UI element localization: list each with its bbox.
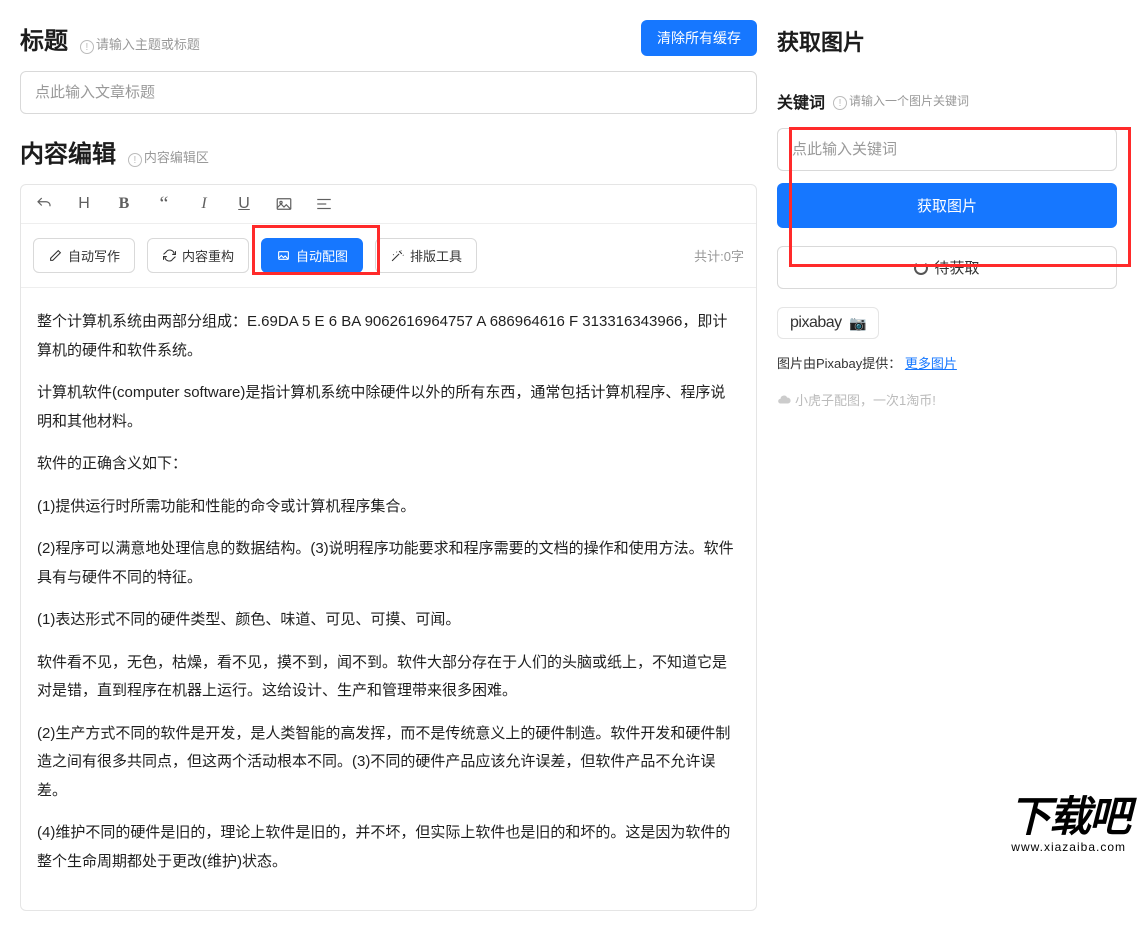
content-label: 内容编辑 [20,141,116,168]
content-paragraph: (1)提供运行时所需功能和性能的命令或计算机程序集合。 [37,493,740,522]
layout-tool-button[interactable]: 排版工具 [375,238,477,273]
auto-write-button[interactable]: 自动写作 [33,238,135,273]
content-paragraph: 计算机软件(computer software)是指计算机系统中除硬件以外的所有… [37,379,740,436]
action-toolbar: 自动写作 内容重构 自动配图 排版工具 共计:0字 [21,224,756,288]
format-toolbar: H B “ I U [21,185,756,224]
content-paragraph: 软件看不见，无色，枯燥，看不见，摸不到，闻不到。软件大部分存在于人们的头脑或纸上… [37,649,740,706]
undo-icon[interactable] [33,193,55,215]
picture-icon [276,249,290,263]
content-paragraph: (2)生产方式不同的软件是开发，是人类智能的高发挥，而不是传统意义上的硬件制造。… [37,720,740,806]
auto-image-button[interactable]: 自动配图 [261,238,363,273]
underline-icon[interactable]: U [233,193,255,215]
heading-icon[interactable]: H [73,193,95,215]
wand-icon [390,249,404,263]
keyword-input[interactable] [777,128,1117,171]
content-paragraph: 软件的正确含义如下： [37,450,740,479]
info-icon: ! [833,96,847,110]
cost-note: 小虎子配图，一次1淘币! [777,390,1117,409]
refresh-icon [162,249,176,263]
content-paragraph: 整个计算机系统由两部分组成：E.69DA 5 E 6 BA 9062616964… [37,308,740,365]
info-icon: ! [128,153,142,167]
keyword-label: 关键词 !请输入一个图片关键词 [777,89,1117,113]
title-input[interactable] [20,71,757,114]
spinner-icon [914,261,928,275]
word-count: 共计:0字 [694,246,744,265]
image-icon[interactable] [273,193,295,215]
editor: H B “ I U 自动写作 内容重构 自动配图 [20,184,757,911]
italic-icon[interactable]: I [193,193,215,215]
pending-button[interactable]: 待获取 [777,246,1117,289]
bold-icon[interactable]: B [113,193,135,215]
align-left-icon[interactable] [313,193,335,215]
more-images-link[interactable]: 更多图片 [905,356,957,371]
title-header: 标题 !请输入主题或标题 清除所有缓存 [20,20,757,56]
content-paragraph: (2)程序可以满意地处理信息的数据结构。(3)说明程序功能要求和程序需要的文档的… [37,535,740,592]
pixabay-badge: pixabay 📷 [777,307,879,339]
pencil-icon [48,249,62,263]
quote-icon[interactable]: “ [153,193,175,215]
content-hint: !内容编辑区 [128,150,209,165]
info-icon: ! [80,40,94,54]
cloud-icon [777,393,791,407]
camera-icon: 📷 [846,315,866,332]
title-label: 标题 [20,28,68,55]
clear-cache-button[interactable]: 清除所有缓存 [641,20,757,56]
attribution-text: 图片由Pixabay提供： 更多图片 [777,353,1117,372]
content-paragraph: (4)维护不同的硬件是旧的，理论上软件是旧的，并不坏，但实际上软件也是旧的和坏的… [37,819,740,876]
fetch-image-button[interactable]: 获取图片 [777,183,1117,228]
content-textarea[interactable]: 整个计算机系统由两部分组成：E.69DA 5 E 6 BA 9062616964… [21,288,756,910]
content-paragraph: (1)表达形式不同的硬件类型、颜色、味道、可见、可摸、可闻。 [37,606,740,635]
title-hint: !请输入主题或标题 [80,37,200,52]
image-panel-title: 获取图片 [777,20,1117,57]
content-rebuild-button[interactable]: 内容重构 [147,238,249,273]
watermark: 下载吧 www.xiazaiba.com [1008,796,1129,854]
